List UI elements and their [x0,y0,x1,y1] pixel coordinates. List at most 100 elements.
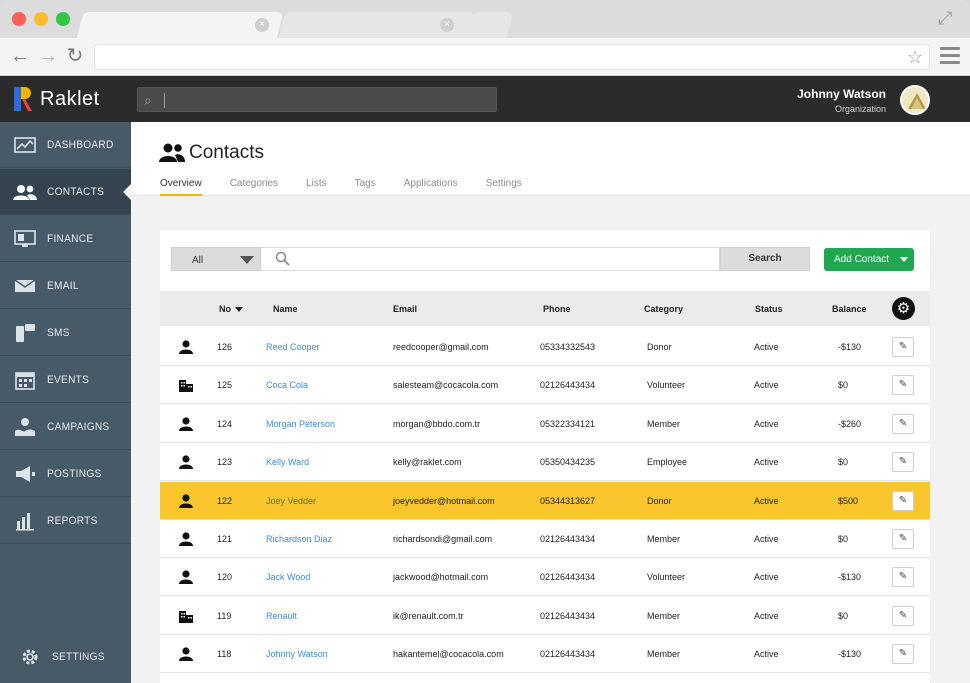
filter-dropdown[interactable]: All [171,247,261,271]
bookmark-star-icon[interactable]: ☆ [907,47,923,68]
minimize-window-button[interactable] [34,12,48,26]
table-row[interactable]: 125 Coca Cola salesteam@cocacola.com 021264… [160,366,930,405]
page-title: Contacts [189,142,264,163]
edit-pencil-icon[interactable]: ✎ [892,605,914,626]
sidebar-item-dashboard[interactable]: DASHBOARD [0,122,131,168]
table-row[interactable]: 123 Kelly Ward kelly@raklet.com 05350434235… [160,443,930,482]
sidebar-item-contacts[interactable]: CONTACTS [0,169,132,215]
tab-close-icon[interactable]: × [255,18,269,32]
cell-status: Active [754,649,779,660]
tab-overview[interactable]: Overview [160,178,202,196]
sidebar-item-email[interactable]: EMAIL [0,263,131,309]
person-icon [178,647,194,662]
cell-phone: 02126443434 [540,610,596,621]
column-no[interactable]: No [219,304,243,314]
contact-search-field[interactable] [261,247,720,271]
browser-window: × × ⤢ ← → ↻ ☆ Raklet ⌕ Johnny Watson Org… [0,0,970,683]
global-search-input[interactable]: ⌕ [137,87,497,112]
edit-pencil-icon[interactable]: ✎ [892,413,914,434]
raklet-logo[interactable]: Raklet [14,86,100,112]
avatar-image [902,87,928,113]
browser-menu-icon[interactable] [940,47,960,65]
user-info[interactable]: Johnny Watson Organization [797,87,886,114]
fullscreen-icon[interactable]: ⤢ [938,8,958,28]
column-category[interactable]: Category [644,304,683,314]
table-settings-gear-icon[interactable]: ⚙ [892,297,915,320]
tab-settings[interactable]: Settings [486,178,522,196]
contact-name-link[interactable]: Renault [266,611,297,621]
edit-pencil-icon[interactable]: ✎ [892,375,914,396]
cell-balance: $0 [838,380,849,391]
edit-pencil-icon[interactable]: ✎ [892,452,914,473]
app-name: Raklet [40,87,100,110]
cell-status: Active [754,495,779,506]
sidebar-item-finance[interactable]: FINANCE [0,216,131,262]
cell-no: 119 [217,610,232,621]
tab-tags[interactable]: Tags [355,178,376,196]
column-phone[interactable]: Phone [543,304,571,314]
table-row[interactable]: 119 Renault ik@renault.com.tr 02126443434 Me… [160,596,930,635]
sidebar: DASHBOARD CONTACTS FINANCE EMAIL SMS EVE… [0,122,132,683]
table-row[interactable]: 120 Jack Wood jackwood@hotmail.com 02126443… [160,558,930,597]
gear-icon [18,647,42,667]
contact-search-input[interactable] [295,250,710,268]
table-row[interactable]: 124 Morgan Peterson morgan@bbdo.com.tr 0532… [160,404,930,443]
close-window-button[interactable] [12,12,26,26]
edit-pencil-icon[interactable]: ✎ [892,337,914,357]
avatar[interactable] [900,85,930,115]
contact-name-link[interactable]: Morgan Peterson [266,419,335,429]
table-row[interactable]: 122 Joey Vedder joeyvedder@hotmail.com 0534… [160,481,930,520]
maximize-window-button[interactable] [56,12,70,26]
edit-pencil-icon[interactable]: ✎ [892,644,914,665]
sort-down-icon [235,307,243,313]
new-tab-button[interactable] [466,12,514,38]
cell-status: Active [754,572,779,583]
sidebar-item-sms[interactable]: SMS [0,310,131,356]
browser-tab-active[interactable] [76,12,284,38]
cell-status: Active [754,418,779,429]
cell-no: 123 [217,457,233,468]
edit-pencil-icon[interactable]: ✎ [892,490,914,511]
tab-categories[interactable]: Categories [230,178,278,196]
column-balance[interactable]: Balance [832,304,867,314]
cell-phone: 02126443434 [540,380,596,391]
cell-phone: 02126443434 [540,534,596,544]
contact-name-link[interactable]: Richardson Diaz [266,534,332,544]
sidebar-item-events[interactable]: EVENTS [0,357,131,403]
forward-arrow-icon[interactable]: → [37,45,59,67]
search-button[interactable]: Search [720,247,810,271]
sidebar-item-reports[interactable]: REPORTS [0,498,131,544]
contact-name-link[interactable]: Johnny Watson [266,649,328,659]
cell-status: Active [754,380,779,391]
table-row[interactable]: 121 Richardson Diaz richardsondi@gmail.com… [160,520,930,558]
edit-pencil-icon[interactable]: ✎ [892,529,914,549]
column-status[interactable]: Status [755,304,783,314]
cell-status: Active [754,610,779,621]
cell-email: hakantemel@cocacola.com [393,649,504,660]
back-arrow-icon[interactable]: ← [9,45,31,67]
tab-lists[interactable]: Lists [306,178,327,196]
contact-name-link[interactable]: Coca Cola [266,380,308,390]
contact-name-link[interactable]: Reed Cooper [266,342,320,352]
column-email[interactable]: Email [393,304,417,314]
tab-close-icon[interactable]: × [440,18,454,32]
sidebar-item-campaigns[interactable]: CAMPAIGNS [0,404,131,450]
add-contact-button[interactable]: Add Contact [824,248,914,271]
column-name[interactable]: Name [273,304,298,314]
table-row[interactable]: 126 Reed Cooper reedcooper@gmail.com 053343… [160,328,930,366]
sidebar-item-postings[interactable]: POSTINGS [0,451,131,497]
table-row[interactable]: 118 Johnny Watson hakantemel@cocacola.com 0… [160,635,930,674]
contact-name-link[interactable]: Kelly Ward [266,457,309,467]
cell-balance: -$130 [838,342,862,352]
contact-name-link[interactable]: Joey Vedder [266,496,316,506]
address-bar[interactable]: ☆ [94,44,930,70]
reload-icon[interactable]: ↻ [64,45,86,67]
edit-pencil-icon[interactable]: ✎ [892,567,914,588]
cell-phone: 05334332543 [540,342,596,352]
cell-balance: -$130 [838,649,862,660]
cell-email: morgan@bbdo.com.tr [393,418,481,429]
sidebar-item-settings[interactable]: SETTINGS [0,634,131,680]
cell-category: Employee [647,457,688,468]
tab-applications[interactable]: Applications [404,178,458,196]
contact-name-link[interactable]: Jack Wood [266,572,310,582]
